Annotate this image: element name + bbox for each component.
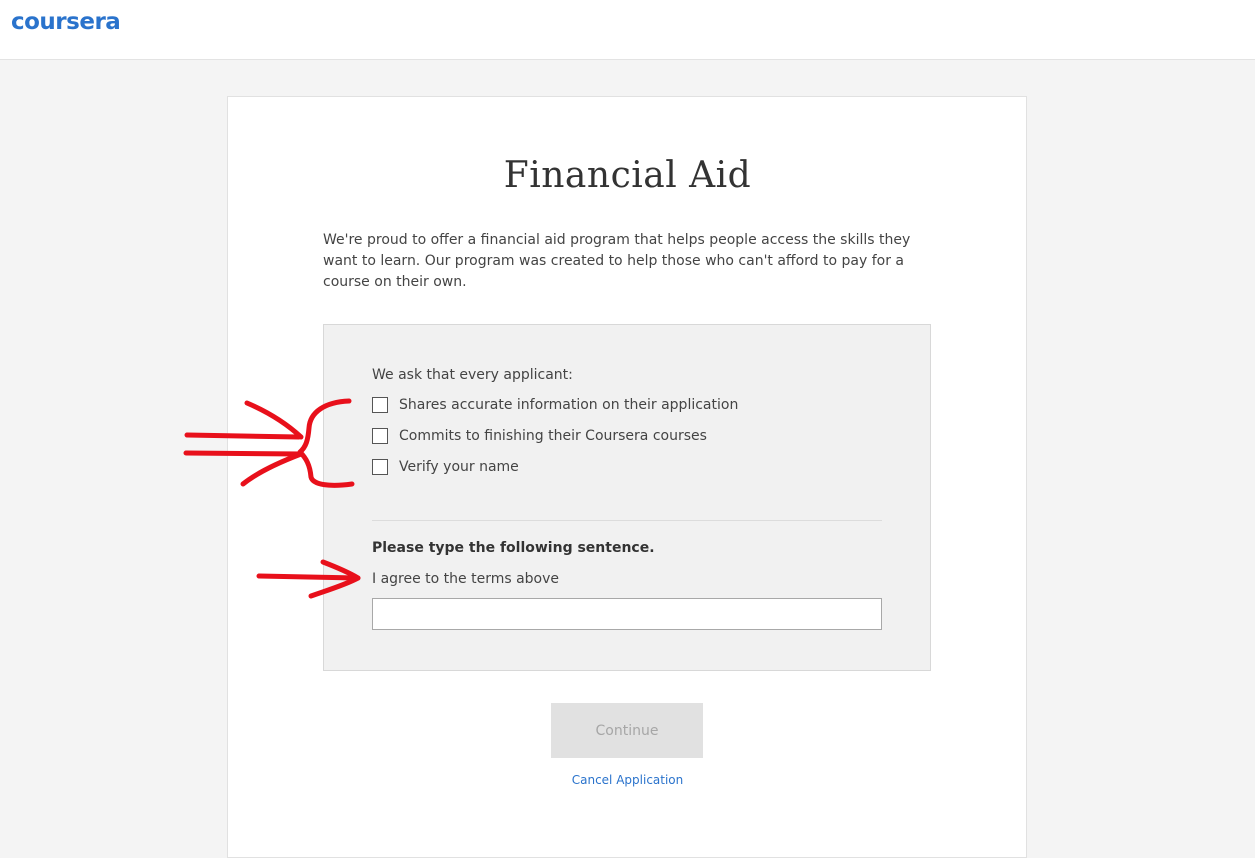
requirement-label: Commits to finishing their Coursera cour… xyxy=(399,428,707,444)
requirement-label: Shares accurate information on their app… xyxy=(399,397,739,413)
requirements-label: We ask that every applicant: xyxy=(372,367,573,383)
intro-paragraph: We're proud to offer a financial aid pro… xyxy=(323,232,911,290)
cancel-application-link[interactable]: Cancel Application xyxy=(572,773,684,787)
agreement-input[interactable] xyxy=(372,598,882,630)
requirement-verify-name[interactable]: Verify your name xyxy=(372,457,519,477)
type-sentence-instruction: Please type the following sentence. xyxy=(372,540,655,556)
panel-divider xyxy=(372,520,882,521)
commit-finishing-checkbox[interactable] xyxy=(372,428,388,444)
requirement-accurate-info[interactable]: Shares accurate information on their app… xyxy=(372,395,738,415)
verify-name-checkbox[interactable] xyxy=(372,459,388,475)
agreement-sentence: I agree to the terms above xyxy=(372,571,560,587)
accurate-info-checkbox[interactable] xyxy=(372,397,388,413)
requirement-label: Verify your name xyxy=(399,459,519,475)
continue-button[interactable]: Continue xyxy=(551,703,703,758)
requirement-commit-finishing[interactable]: Commits to finishing their Coursera cour… xyxy=(372,426,707,446)
page-title: Financial Aid xyxy=(503,155,752,196)
top-navigation-bar: coursera xyxy=(0,0,1255,60)
coursera-logo[interactable]: coursera xyxy=(11,9,121,35)
cancel-application-row: Cancel Application xyxy=(0,773,1255,787)
